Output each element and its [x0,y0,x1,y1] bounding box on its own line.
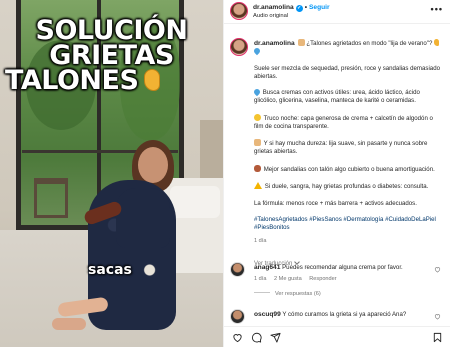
audio-link[interactable]: Audio original [253,13,288,19]
reel-video[interactable]: SOLUCIÓN GRIETAS TALONES sacas [0,0,223,347]
heart-icon[interactable] [232,332,243,343]
more-options-icon[interactable]: ••• [431,4,443,14]
comment-text: Y cómo curamos la grieta si ya apareció … [282,311,407,318]
follow-button[interactable]: Seguir [309,4,330,11]
caption-paragraph: Si duele, sangra, hay grietas profundas … [264,183,429,191]
caption-paragraph: Suele ser mezcla de sequedad, presión, r… [254,64,440,80]
sandal-emoji-icon [254,164,261,172]
comment-like-icon[interactable] [434,313,441,320]
bandage-emoji-icon [254,139,261,147]
post-header: dr.anamolina ✓ • Seguir Audio original ••• [224,0,450,24]
comment-time: 1 día [254,276,267,282]
action-bar [224,326,450,347]
caption-paragraph: Busca cremas con activos útiles: urea, á… [254,89,420,105]
username-link[interactable]: dr.anamolina [253,4,294,11]
commenter-avatar[interactable] [230,262,245,277]
comment-likes[interactable]: 2 Me gusta [274,276,302,282]
comment: oscuq99 Y cómo curamos la grieta si ya a… [224,309,450,325]
share-icon[interactable] [270,332,281,343]
foot-emoji-icon [144,69,161,91]
comment-username[interactable]: anag641 [254,264,280,271]
avatar[interactable] [230,2,248,20]
verified-badge-icon: ✓ [295,5,303,12]
video-overlay-title: SOLUCIÓN GRIETAS TALONES [0,17,223,96]
foot-emoji-icon [434,39,440,46]
post-caption: dr.anamolina ¿Talones agrietados en modo… [252,39,444,245]
comment-icon[interactable] [251,332,262,343]
post-side-panel: dr.anamolina ✓ • Seguir Audio original ••• … [223,0,450,347]
comment-text: Puedes recomendar alguna crema por favor… [282,264,403,271]
droplet-emoji-icon [252,87,262,97]
commenter-avatar[interactable] [230,309,245,324]
warning-emoji-icon [254,182,262,190]
comment-username[interactable]: oscuq99 [254,311,281,318]
moon-emoji-icon [254,113,261,121]
bookmark-icon[interactable] [432,332,443,343]
caption-paragraph: La fórmula: menos roce + más barrera + a… [254,199,417,207]
comment-like-icon[interactable] [434,266,441,273]
caption-username[interactable]: dr.anamolina [254,40,295,47]
hashtags[interactable]: #TalonesAgrietados #PiesSanos #Dermatolo… [254,216,444,232]
caption-paragraph: Truco noche: capa generosa de crema + ca… [254,114,433,130]
caption-paragraph: Y si hay mucha dureza: lija suave, sin p… [254,140,428,156]
caption-scroll-area[interactable]: dr.anamolina ¿Talones agrietados en modo… [224,30,450,258]
comment: anag641 Puedes recomendar alguna crema p… [224,262,450,286]
overlay-title-line: TALONES [5,65,139,96]
foot-emoji-icon [298,39,306,46]
reply-button[interactable]: Responder [309,276,336,282]
view-replies-button[interactable]: Ver respuestas (6) [254,291,321,297]
sparkle-emoji-icon [252,46,262,56]
avatar[interactable] [230,38,248,56]
caption-intro: ¿Talones agrietados en modo "lija de ver… [306,40,435,47]
post-time: 1 día [254,237,267,244]
caption-paragraph: Mejor sandalias con talón algo cubierto … [263,165,435,173]
video-subtitle: sacas [88,262,132,278]
